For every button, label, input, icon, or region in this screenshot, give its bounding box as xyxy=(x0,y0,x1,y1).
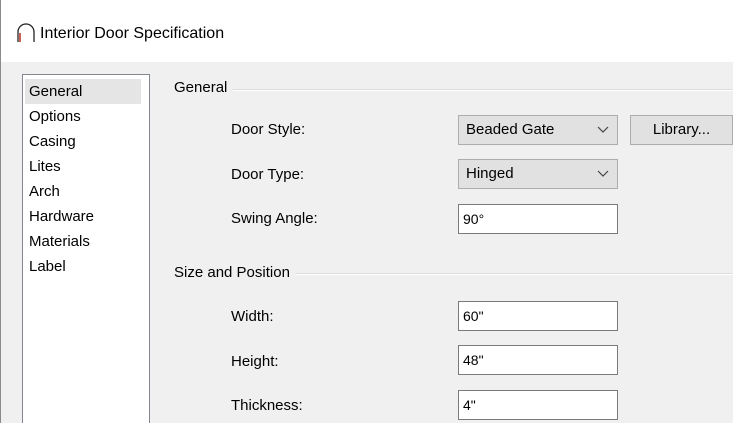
width-label: Width: xyxy=(231,308,274,325)
window-title: Interior Door Specification xyxy=(40,25,225,42)
height-field[interactable]: 48" xyxy=(458,345,618,375)
library-button[interactable]: Library... xyxy=(630,115,733,145)
door-style-label: Door Style: xyxy=(231,121,306,138)
thickness-field[interactable]: 4" xyxy=(458,390,618,420)
chevron-down-icon xyxy=(597,126,609,133)
chevron-down-icon xyxy=(597,170,609,177)
thickness-label: Thickness: xyxy=(231,397,303,414)
size-position-group-heading: Size and Position xyxy=(174,263,296,283)
general-group-divider xyxy=(174,89,733,91)
sidebar-item-arch[interactable]: Arch xyxy=(25,179,141,204)
door-type-dropdown[interactable]: Hinged xyxy=(458,159,618,189)
swing-angle-label: Swing Angle: xyxy=(231,210,318,227)
window-border xyxy=(0,0,1,423)
title-bar: Interior Door Specification xyxy=(0,0,733,62)
door-type-value: Hinged xyxy=(466,165,514,182)
width-field[interactable]: 60" xyxy=(458,301,618,331)
sidebar-item-options[interactable]: Options xyxy=(25,104,141,129)
door-type-label: Door Type: xyxy=(231,166,305,183)
category-list[interactable]: General Options Casing Lites Arch Hardwa… xyxy=(22,74,150,423)
height-label: Height: xyxy=(231,353,279,370)
sidebar-item-lites[interactable]: Lites xyxy=(25,154,141,179)
sidebar-item-label[interactable]: Label xyxy=(25,254,141,279)
sidebar-item-hardware[interactable]: Hardware xyxy=(25,204,141,229)
door-style-dropdown[interactable]: Beaded Gate xyxy=(458,115,618,145)
door-arch-icon xyxy=(17,23,35,42)
door-style-value: Beaded Gate xyxy=(466,121,555,138)
sidebar-item-general[interactable]: General xyxy=(25,79,141,104)
general-group-heading: General xyxy=(174,78,234,98)
sidebar-item-casing[interactable]: Casing xyxy=(25,129,141,154)
sidebar-item-materials[interactable]: Materials xyxy=(25,229,141,254)
swing-angle-field[interactable]: 90° xyxy=(458,204,618,234)
